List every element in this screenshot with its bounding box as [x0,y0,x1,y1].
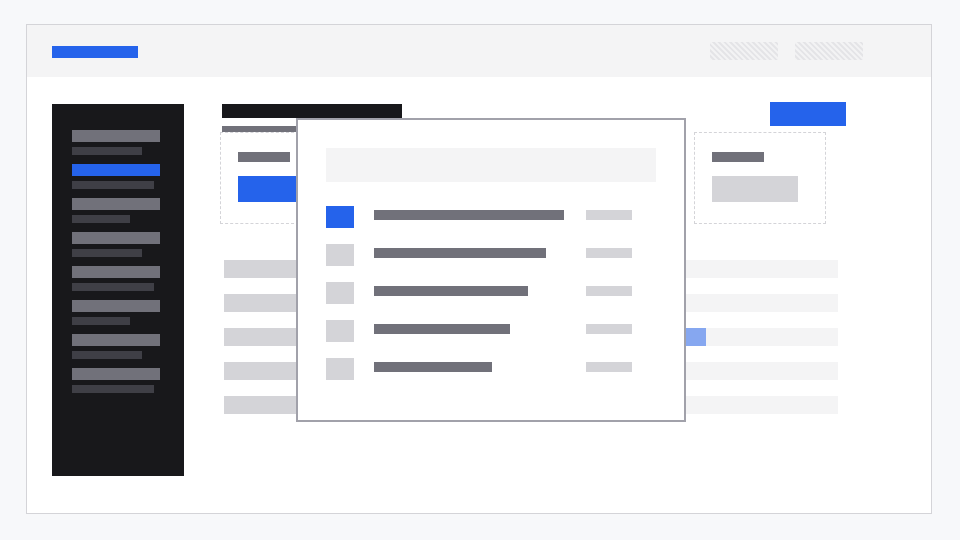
modal-row-4-checkbox[interactable] [326,320,354,342]
sidebar-item-5-sub [72,283,154,291]
card-right-value [712,176,798,202]
list-row-3-highlight [684,328,706,346]
modal-row-3-checkbox[interactable] [326,282,354,304]
sidebar-item-4[interactable] [72,232,160,244]
list-row-3-right[interactable] [684,328,838,346]
sidebar-item-4-sub [72,249,142,257]
list-row-3-left[interactable] [224,328,304,346]
primary-action-button[interactable] [770,102,846,126]
list-row-2-left[interactable] [224,294,304,312]
modal-row-2-checkbox[interactable] [326,244,354,266]
list-row-4-left[interactable] [224,362,304,380]
sidebar-item-2-active[interactable] [72,164,160,176]
header-action-2[interactable] [795,42,863,60]
sidebar-item-3[interactable] [72,198,160,210]
list-row-1-right[interactable] [684,260,838,278]
modal-row-1-checkbox[interactable] [326,206,354,228]
sidebar-item-5[interactable] [72,266,160,278]
sidebar-item-7[interactable] [72,334,160,346]
header-action-1[interactable] [710,42,778,60]
sidebar-item-8[interactable] [72,368,160,380]
modal-row-2-name [374,248,546,258]
modal-row-3-name [374,286,528,296]
modal-row-2-meta [586,248,632,258]
sidebar-item-8-sub [72,385,154,393]
sidebar-item-1[interactable] [72,130,160,142]
modal-row-4-meta [586,324,632,334]
modal-row-1-meta [586,210,632,220]
modal-row-1-name [374,210,564,220]
modal-row-5-checkbox[interactable] [326,358,354,380]
list-row-5-left[interactable] [224,396,304,414]
card-right-label [712,152,764,162]
sidebar-item-7-sub [72,351,142,359]
list-row-2-right[interactable] [684,294,838,312]
modal-search-input[interactable] [326,148,656,182]
sidebar-item-3-sub [72,215,130,223]
modal-row-5-meta [586,362,632,372]
sidebar-item-6-sub [72,317,130,325]
list-row-1-left[interactable] [224,260,304,278]
modal-row-5-name [374,362,492,372]
list-row-4-right[interactable] [684,362,838,380]
app-logo[interactable] [52,46,138,58]
sidebar-item-6[interactable] [72,300,160,312]
page-title [222,104,402,118]
modal-row-3-meta [586,286,632,296]
sidebar-item-2-sub [72,181,154,189]
list-row-5-right[interactable] [684,396,838,414]
modal-row-4-name [374,324,510,334]
card-left-label [238,152,290,162]
sidebar-item-1-sub [72,147,142,155]
